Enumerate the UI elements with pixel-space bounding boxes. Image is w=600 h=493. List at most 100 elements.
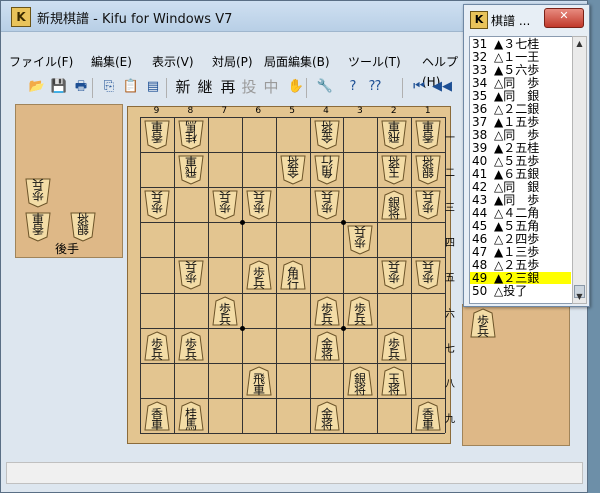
- move-row[interactable]: 36 △２二銀: [472, 103, 539, 115]
- gote-hand-piece[interactable]: 香車: [25, 211, 51, 242]
- board-piece[interactable]: 香車: [415, 119, 441, 150]
- hand-icon[interactable]: ✋: [287, 78, 305, 96]
- board-piece[interactable]: 歩兵: [347, 296, 373, 326]
- board-piece[interactable]: 桂馬: [178, 119, 204, 150]
- board-piece[interactable]: 歩兵: [178, 259, 204, 290]
- menu-item[interactable]: 編集(E): [88, 52, 135, 72]
- gote-hand-piece[interactable]: 歩兵: [25, 177, 51, 208]
- board-piece[interactable]: 桂馬: [178, 401, 204, 431]
- move-row[interactable]: 34 △同 歩: [472, 77, 539, 89]
- board-piece[interactable]: 香車: [144, 119, 170, 150]
- board-piece[interactable]: 銀将: [381, 190, 407, 220]
- paste-icon[interactable]: 📋: [122, 78, 140, 96]
- grid-line: [140, 117, 445, 118]
- move-text: ▲１三歩: [494, 245, 540, 259]
- board-piece[interactable]: 歩兵: [415, 189, 441, 220]
- board-piece[interactable]: 角行: [280, 260, 306, 290]
- move-row[interactable]: 35 ▲同 銀: [472, 90, 539, 102]
- save-icon[interactable]: 💾: [50, 78, 68, 96]
- wrench-icon[interactable]: 🔧: [316, 78, 334, 96]
- new-game-button[interactable]: 新: [174, 78, 192, 96]
- board-piece[interactable]: 歩兵: [246, 260, 272, 290]
- board-piece[interactable]: 歩兵: [246, 189, 272, 220]
- board-piece[interactable]: 飛車: [178, 154, 204, 185]
- help-icon[interactable]: ?: [344, 78, 362, 96]
- continue-button[interactable]: 継: [196, 78, 214, 96]
- board-piece[interactable]: 銀将: [415, 154, 441, 185]
- move-row[interactable]: 39 ▲２五桂: [472, 142, 539, 154]
- move-row[interactable]: 38 △同 歩: [472, 129, 539, 141]
- first-move-icon[interactable]: ⏮: [410, 78, 428, 96]
- move-row[interactable]: 32 △１一王: [472, 51, 539, 63]
- scroll-down-icon[interactable]: ▼: [573, 290, 586, 303]
- board-piece[interactable]: 角行: [314, 154, 340, 185]
- move-row[interactable]: 45 ▲５五角: [472, 220, 539, 232]
- move-row[interactable]: 46 △２四歩: [472, 233, 539, 245]
- board-piece[interactable]: 歩兵: [381, 331, 407, 361]
- kifu-window: K 棋譜 ... ✕ 31 ▲３七桂 32 △１一王 33 ▲５六歩 34 △同 歩 35 ▲同 …: [463, 4, 590, 307]
- board-piece[interactable]: 歩兵: [381, 259, 407, 290]
- board-piece[interactable]: 金将: [314, 401, 340, 431]
- board-piece[interactable]: 歩兵: [415, 259, 441, 290]
- resign-button[interactable]: 投: [240, 78, 258, 96]
- sente-hand-piece[interactable]: 歩兵: [470, 308, 496, 338]
- move-row[interactable]: 48 △２五歩: [472, 259, 539, 271]
- move-row[interactable]: 50 △投了: [472, 285, 527, 297]
- move-row[interactable]: 42 △同 銀: [472, 181, 539, 193]
- move-row[interactable]: 40 △５五歩: [472, 155, 539, 167]
- interrupt-button[interactable]: 中: [262, 78, 280, 96]
- whats-this-icon[interactable]: ⁇: [366, 78, 384, 96]
- menu-item[interactable]: ヘルプ(H): [419, 52, 466, 89]
- board-piece[interactable]: 歩兵: [347, 224, 373, 255]
- move-list-scrollbar[interactable]: ▲ ▼: [572, 36, 587, 304]
- board-piece[interactable]: 歩兵: [212, 189, 238, 220]
- move-text: ▲３七桂: [494, 37, 540, 51]
- menu-item[interactable]: 対局(P): [209, 52, 256, 72]
- copy-icon[interactable]: ⎘: [100, 78, 118, 96]
- replay-button[interactable]: 再: [219, 78, 237, 96]
- menu-item[interactable]: 表示(V): [149, 52, 197, 72]
- board-piece[interactable]: 歩兵: [212, 296, 238, 326]
- move-list[interactable]: 31 ▲３七桂 32 △１一王 33 ▲５六歩 34 △同 歩 35 ▲同 銀 36 △２二銀 37 ▲１…: [469, 36, 574, 304]
- piece-kind-second: 馬: [185, 119, 198, 133]
- board-piece[interactable]: 玉将: [381, 154, 407, 185]
- board-piece[interactable]: 金将: [314, 119, 340, 150]
- move-row[interactable]: 44 △４二角: [472, 207, 539, 219]
- menu-item[interactable]: ファイル(F): [6, 52, 76, 72]
- piece-kind-second: 車: [32, 211, 45, 225]
- scroll-up-icon[interactable]: ▲: [573, 37, 586, 50]
- move-row[interactable]: 49 ▲２三銀: [470, 272, 571, 284]
- menu-item[interactable]: 局面編集(B): [261, 52, 333, 72]
- move-row[interactable]: 37 ▲１五歩: [472, 116, 539, 128]
- board-piece[interactable]: 歩兵: [144, 189, 170, 220]
- piece-kind-second: 車: [252, 383, 265, 397]
- move-row[interactable]: 43 ▲同 歩: [472, 194, 539, 206]
- board-piece[interactable]: 銀将: [347, 366, 373, 396]
- board-piece[interactable]: 玉将: [381, 366, 407, 396]
- board-piece[interactable]: 歩兵: [178, 331, 204, 361]
- back-10-icon[interactable]: ◀◀: [432, 78, 452, 96]
- board-piece[interactable]: 歩兵: [314, 189, 340, 220]
- menu-item[interactable]: ツール(T): [345, 52, 404, 72]
- gote-hand-piece[interactable]: 銀将: [70, 211, 96, 242]
- move-text: △１一王: [494, 50, 540, 64]
- board-piece[interactable]: 香車: [144, 401, 170, 431]
- board-piece[interactable]: 歩兵: [314, 296, 340, 326]
- grid-line: [343, 117, 345, 433]
- piece-kind-second: 将: [387, 383, 400, 397]
- list-icon[interactable]: ▤: [144, 78, 162, 96]
- board-piece[interactable]: 金将: [280, 154, 306, 185]
- board-piece[interactable]: 金将: [314, 331, 340, 361]
- board-piece[interactable]: 香車: [415, 401, 441, 431]
- close-button[interactable]: ✕: [544, 8, 584, 28]
- move-row[interactable]: 47 ▲１三歩: [472, 246, 539, 258]
- board-piece[interactable]: 飛車: [246, 366, 272, 396]
- board-piece[interactable]: 歩兵: [144, 331, 170, 361]
- move-row[interactable]: 31 ▲３七桂: [472, 38, 539, 50]
- piece-kind-second: 車: [151, 119, 164, 133]
- move-row[interactable]: 41 ▲６五銀: [472, 168, 539, 180]
- move-row[interactable]: 33 ▲５六歩: [472, 64, 539, 76]
- board-piece[interactable]: 飛車: [381, 119, 407, 150]
- open-icon[interactable]: 📂: [28, 78, 46, 96]
- print-icon[interactable]: 🖶: [72, 78, 90, 96]
